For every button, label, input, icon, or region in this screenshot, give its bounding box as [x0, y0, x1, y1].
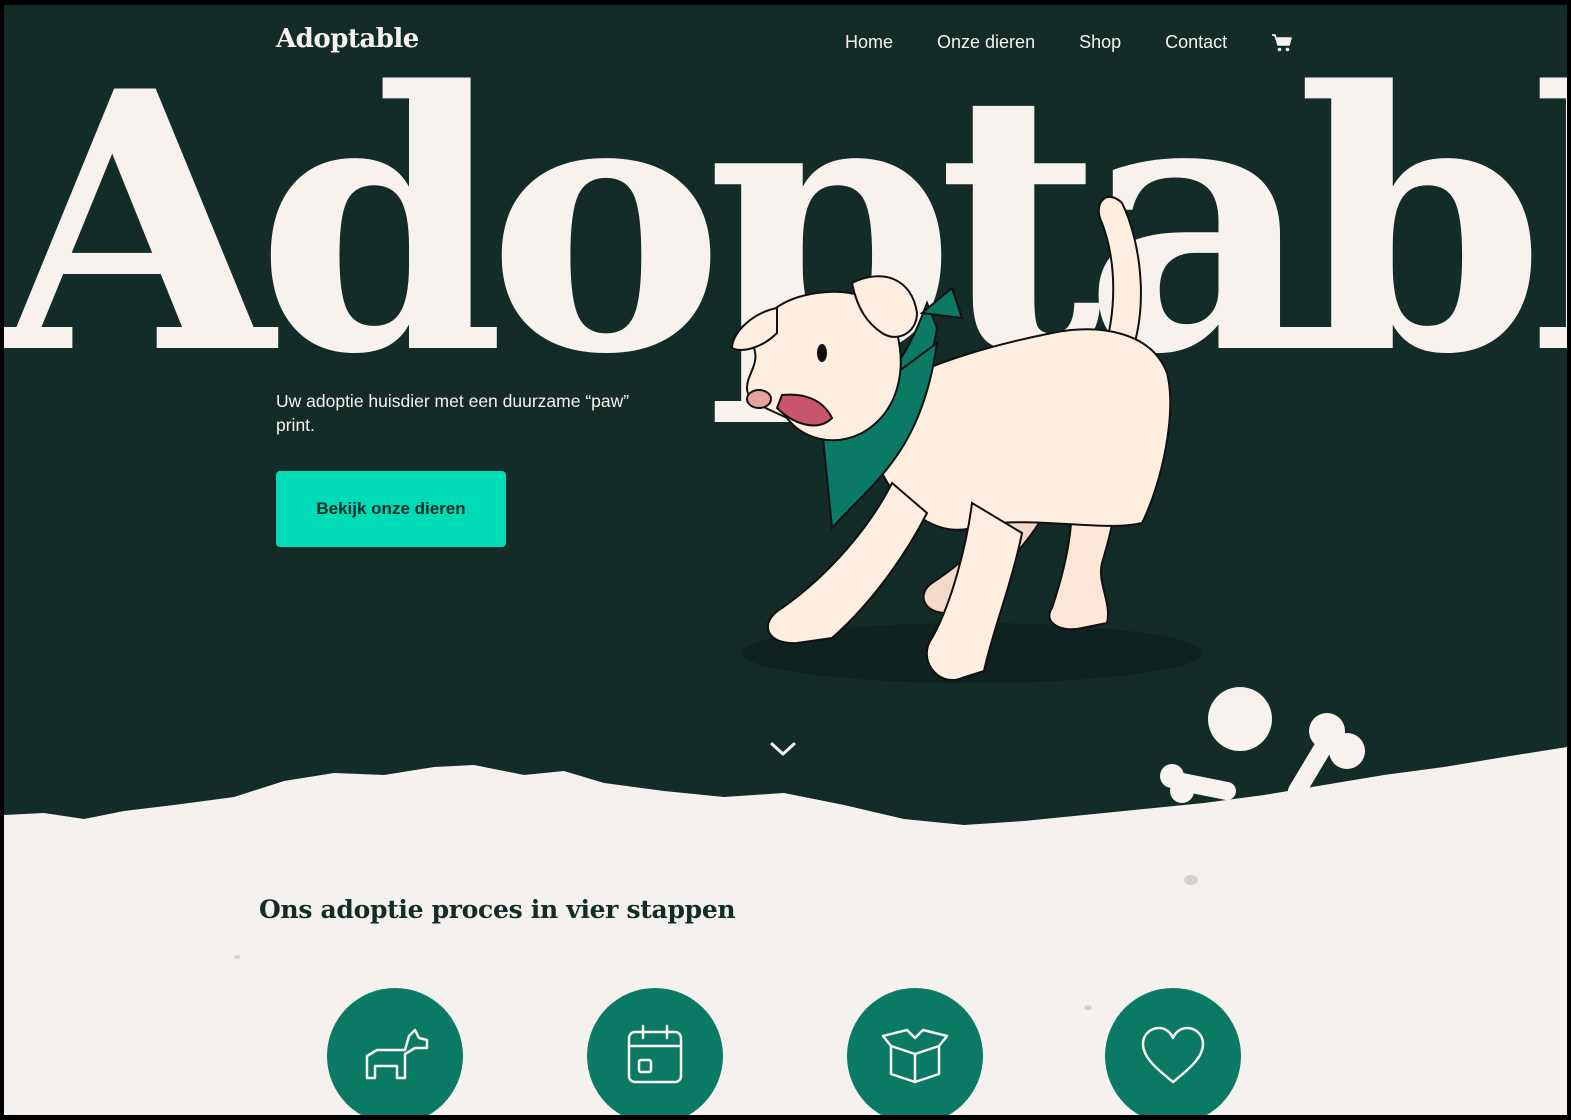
calendar-icon [627, 1024, 683, 1084]
nav-shop[interactable]: Shop [1079, 32, 1121, 53]
main-nav: Home Onze dieren Shop Contact [845, 32, 1293, 53]
dog-illustration [730, 196, 1202, 683]
nav-contact[interactable]: Contact [1165, 32, 1227, 53]
step-4-circle [1105, 988, 1241, 1115]
hero-section: Adoptable Adoptable Home Onze dieren Sho… [4, 5, 1567, 835]
heart-icon [1141, 1026, 1205, 1084]
process-title: Ons adoptie proces in vier stappen [259, 895, 736, 924]
nav-home[interactable]: Home [845, 32, 893, 53]
torn-paper-divider [4, 747, 1567, 865]
page: Adoptable Adoptable Home Onze dieren Sho… [4, 5, 1567, 1115]
cart-icon[interactable] [1271, 33, 1293, 53]
step-3-circle [847, 988, 983, 1115]
hero-tagline: Uw adoptie huisdier met een duurzame “pa… [276, 391, 630, 435]
step-2-circle [587, 988, 723, 1115]
box-icon [881, 1028, 949, 1084]
step-1-circle [327, 988, 463, 1115]
dog-icon [365, 1028, 429, 1080]
view-animals-button[interactable]: Bekijk onze dieren [276, 471, 506, 547]
logo[interactable]: Adoptable [276, 24, 419, 54]
nav-onze-dieren[interactable]: Onze dieren [937, 32, 1035, 53]
